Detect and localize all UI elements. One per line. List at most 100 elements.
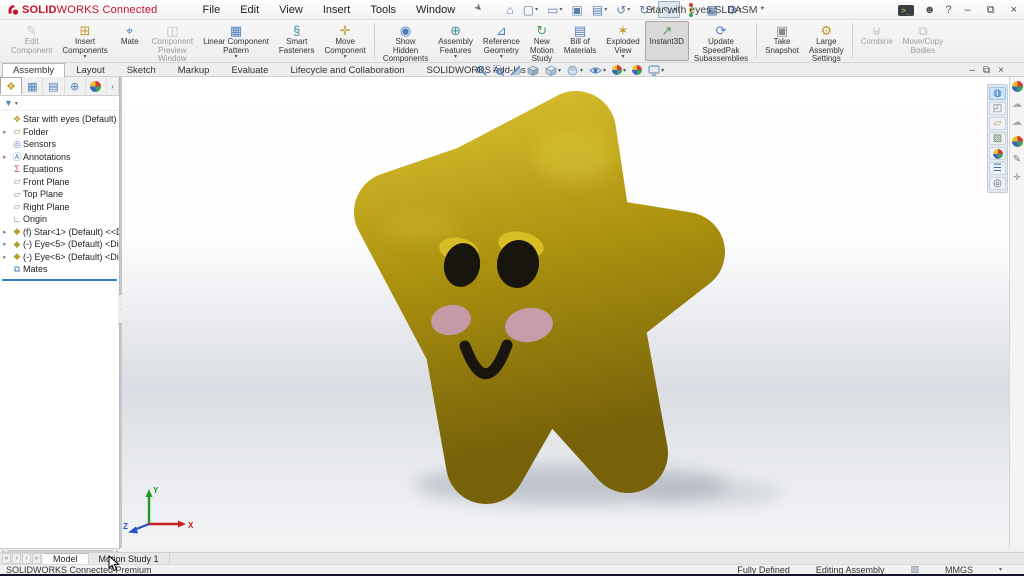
mate-button[interactable]: ⌖Mate: [113, 21, 147, 61]
menu-window[interactable]: Window: [407, 2, 464, 18]
menu-insert[interactable]: Insert: [314, 2, 360, 18]
appearances-button[interactable]: [989, 147, 1006, 160]
help-icon[interactable]: ?: [945, 4, 951, 16]
tree-item-eye5-component[interactable]: ▸◆(-) Eye<5> (Default) <Display Stat: [0, 238, 119, 251]
more-tabs-button[interactable]: ›: [107, 77, 119, 95]
view-settings-button[interactable]: ▾: [648, 65, 664, 76]
component-preview-window-button[interactable]: ◫Component Preview Window: [147, 21, 198, 61]
star-body[interactable]: [394, 131, 685, 464]
chevron-down-icon[interactable]: ▾: [999, 566, 1002, 573]
doc-close-button[interactable]: ×: [998, 65, 1004, 76]
rollback-bar[interactable]: [2, 279, 117, 281]
new-document-button[interactable]: ▢▾: [519, 1, 542, 18]
cloud-sync-icon[interactable]: ☁: [1012, 118, 1022, 128]
cloud-services-icon[interactable]: ☁: [1012, 100, 1022, 110]
edit-appearance-button[interactable]: ▾: [612, 65, 626, 75]
new-motion-study-button[interactable]: ↻New Motion Study: [525, 21, 559, 61]
pin-menu-icon[interactable]: ➤: [468, 1, 485, 18]
last-tab-button[interactable]: »: [32, 553, 41, 564]
tab-model[interactable]: Model: [43, 553, 89, 564]
exploded-view-button[interactable]: ✶Exploded View▾: [601, 21, 644, 61]
star-model[interactable]: Y X Z: [122, 77, 1009, 548]
image-palette-button[interactable]: ▨: [989, 132, 1006, 145]
tree-item-right-plane[interactable]: ▱Right Plane: [0, 201, 119, 214]
edit-component-button[interactable]: ✎Edit Component: [6, 21, 57, 61]
tree-item-front-plane[interactable]: ▱Front Plane: [0, 176, 119, 189]
linear-component-pattern-button[interactable]: ▦Linear Component Pattern▾: [198, 21, 274, 61]
tab-motion-study-1[interactable]: Motion Study 1: [89, 553, 170, 564]
properties-list-button[interactable]: ☰: [989, 162, 1006, 175]
tree-item-annotations[interactable]: ▸ⒶAnnotations: [0, 151, 119, 164]
filter-funnel-icon[interactable]: ▼: [4, 98, 13, 108]
view-orientation-button[interactable]: ▾: [545, 65, 561, 76]
3dexperience-console-icon[interactable]: >_: [898, 5, 914, 16]
zoom-to-area-button[interactable]: [493, 65, 504, 76]
bill-of-materials-button[interactable]: ▤Bill of Materials: [559, 21, 601, 61]
large-assembly-settings-button[interactable]: ⚙Large Assembly Settings: [804, 21, 849, 61]
tab-dimxpert-manager[interactable]: ⊕: [65, 77, 86, 95]
prev-tab-button[interactable]: ‹: [12, 553, 21, 564]
move-component-button[interactable]: ✛Move Component▾: [319, 21, 370, 61]
tree-item-eye6-component[interactable]: ▸◆(-) Eye<6> (Default) <Display Stat: [0, 251, 119, 264]
move-copy-bodies-button[interactable]: ⧉Move/Copy Bodies: [898, 21, 948, 61]
print-button[interactable]: ▤▾: [588, 1, 611, 18]
home-button[interactable]: ⌂: [503, 1, 518, 18]
status-units[interactable]: MMGS: [945, 565, 973, 575]
design-library-icon[interactable]: [1012, 136, 1023, 147]
custom-properties-icon[interactable]: ✛: [1013, 173, 1021, 182]
tree-item-origin[interactable]: ∟Origin: [0, 213, 119, 226]
tree-item-star-component[interactable]: ▸◆(f) Star<1> (Default) <<Default>_: [0, 226, 119, 239]
next-tab-button[interactable]: ›: [22, 553, 31, 564]
tab-markup[interactable]: Markup: [167, 63, 221, 77]
assembly-features-button[interactable]: ⊕Assembly Features▾: [433, 21, 478, 61]
user-account-icon[interactable]: ☻: [924, 4, 936, 16]
3d-components-button[interactable]: ◰: [989, 102, 1006, 115]
save-button[interactable]: ▣: [568, 1, 587, 18]
file-explorer-button[interactable]: ▱: [989, 117, 1006, 130]
search-button[interactable]: ◎: [989, 177, 1006, 190]
zoom-to-fit-button[interactable]: [476, 65, 487, 76]
section-view-button[interactable]: [510, 65, 521, 76]
tree-item-equations[interactable]: ΣEquations: [0, 163, 119, 176]
smart-fasteners-button[interactable]: §Smart Fasteners: [274, 21, 320, 61]
menu-view[interactable]: View: [270, 2, 312, 18]
tab-layout[interactable]: Layout: [65, 63, 116, 77]
graphics-viewport[interactable]: Y X Z: [122, 77, 1009, 548]
previous-view-button[interactable]: [527, 65, 539, 76]
tree-item-root[interactable]: ❖Star with eyes (Default) <Display State: [0, 113, 119, 126]
instant3d-button[interactable]: ↗Instant3D: [645, 21, 689, 61]
display-style-button[interactable]: ▾: [567, 65, 583, 76]
tab-lifecycle-collaboration[interactable]: Lifecycle and Collaboration: [279, 63, 415, 77]
tab-sketch[interactable]: Sketch: [116, 63, 167, 77]
apply-scene-button[interactable]: [632, 65, 642, 75]
3dexperience-globe-button[interactable]: ◍: [989, 87, 1006, 100]
tree-item-sensors[interactable]: ◎Sensors: [0, 138, 119, 151]
minimize-button[interactable]: –: [962, 4, 974, 16]
tab-evaluate[interactable]: Evaluate: [220, 63, 279, 77]
tree-item-top-plane[interactable]: ▱Top Plane: [0, 188, 119, 201]
combine-button[interactable]: ⊎Combine: [856, 21, 898, 61]
tab-feature-tree[interactable]: ❖: [0, 77, 22, 95]
menu-tools[interactable]: Tools: [361, 2, 405, 18]
hide-show-items-button[interactable]: ▾: [589, 65, 606, 76]
tab-display-manager[interactable]: [86, 77, 107, 95]
open-button[interactable]: ▭▾: [543, 1, 566, 18]
tree-item-mates[interactable]: ⧉Mates: [0, 263, 119, 276]
menu-file[interactable]: File: [193, 2, 229, 18]
tab-property-manager[interactable]: ▦: [22, 77, 43, 95]
show-hidden-components-button[interactable]: ◉Show Hidden Components: [378, 21, 433, 61]
first-tab-button[interactable]: «: [2, 553, 11, 564]
close-button[interactable]: ×: [1008, 4, 1020, 16]
solidworks-resources-icon[interactable]: [1012, 81, 1023, 92]
doc-restore-button[interactable]: ⧉: [983, 65, 990, 76]
tab-assembly[interactable]: Assembly: [2, 63, 65, 77]
update-speedpak-button[interactable]: ⟳Update SpeedPak Subassemblies: [689, 21, 753, 61]
view-palette-icon[interactable]: ✎: [1013, 155, 1021, 165]
take-snapshot-button[interactable]: ▣Take Snapshot: [760, 21, 804, 61]
tab-configuration-manager[interactable]: ▤: [43, 77, 64, 95]
doc-minimize-button[interactable]: –: [969, 65, 975, 76]
menu-edit[interactable]: Edit: [231, 2, 268, 18]
restore-window-button[interactable]: ⧉: [984, 4, 998, 17]
tree-item-folder[interactable]: ▸▱Folder: [0, 126, 119, 139]
insert-components-button[interactable]: ⊞Insert Components▾: [57, 21, 112, 61]
